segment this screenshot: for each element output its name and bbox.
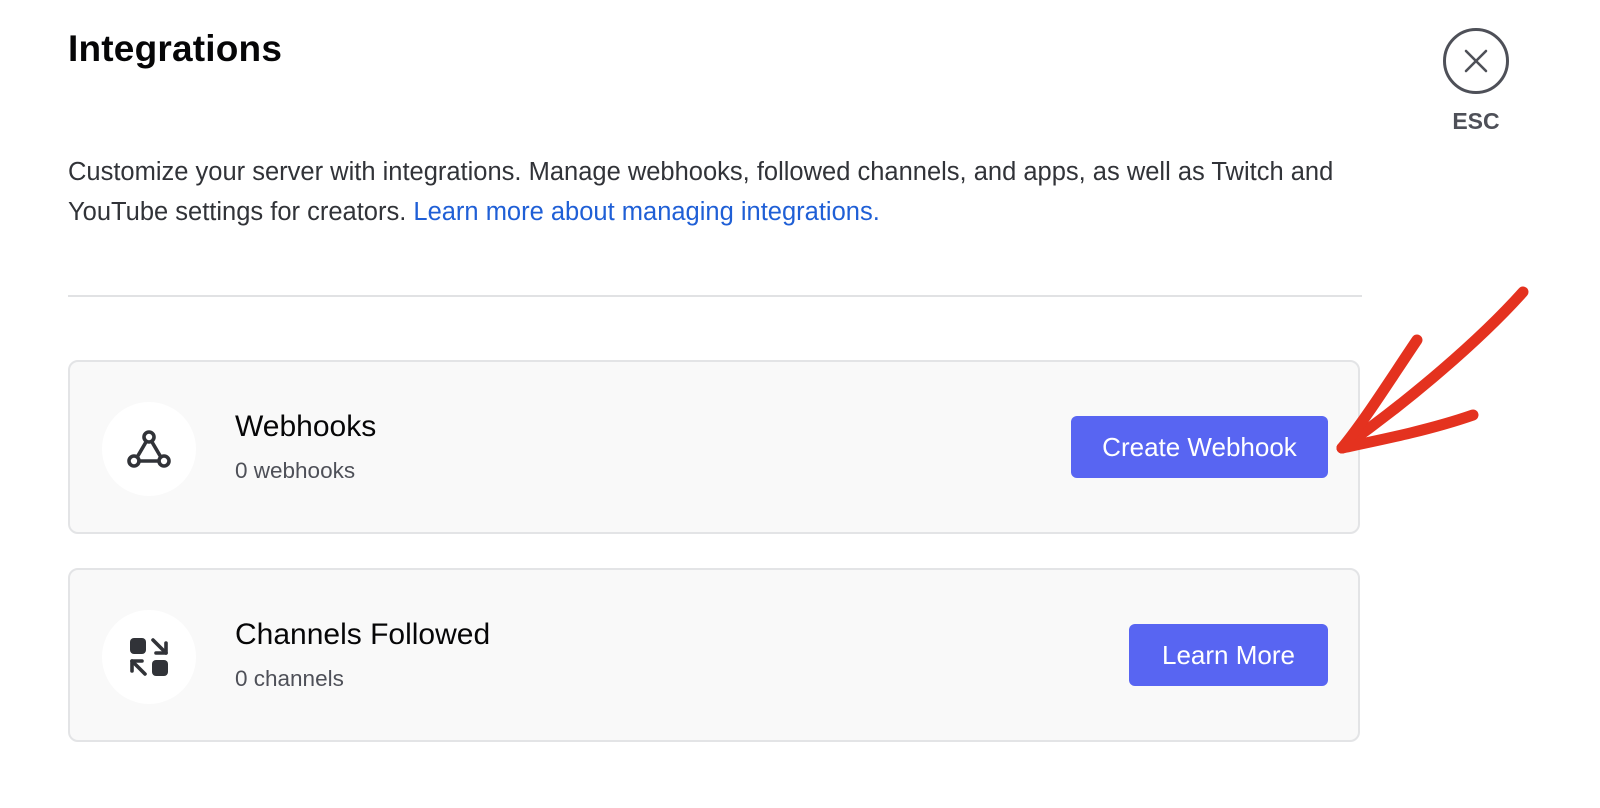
- webhooks-title: Webhooks: [235, 410, 377, 443]
- close-control[interactable]: ESC: [1440, 28, 1512, 135]
- channels-followed-title: Channels Followed: [235, 618, 491, 651]
- channels-icon-circle: [102, 610, 196, 704]
- esc-label: ESC: [1452, 108, 1500, 134]
- learn-more-button[interactable]: Learn More: [1129, 624, 1328, 686]
- close-icon: [1464, 49, 1488, 73]
- channels-followed-card: Channels Followed 0 channels Learn More: [68, 568, 1360, 742]
- page-description: Customize your server with integrations.…: [68, 152, 1388, 232]
- close-button[interactable]: [1443, 28, 1509, 94]
- integrations-page: Integrations ESC Customize your server w…: [0, 0, 1600, 808]
- webhooks-card: Webhooks 0 webhooks Create Webhook: [68, 360, 1360, 534]
- webhooks-icon-circle: [102, 402, 196, 496]
- webhooks-count: 0 webhooks: [235, 458, 356, 483]
- create-webhook-button[interactable]: Create Webhook: [1071, 416, 1328, 478]
- divider: [68, 295, 1362, 297]
- channels-followed-count: 0 channels: [235, 666, 344, 691]
- webhook-icon: [127, 430, 171, 468]
- page-title: Integrations: [68, 28, 283, 69]
- learn-more-integrations-link[interactable]: Learn more about managing integrations.: [413, 198, 879, 226]
- channels-followed-icon: [130, 638, 168, 676]
